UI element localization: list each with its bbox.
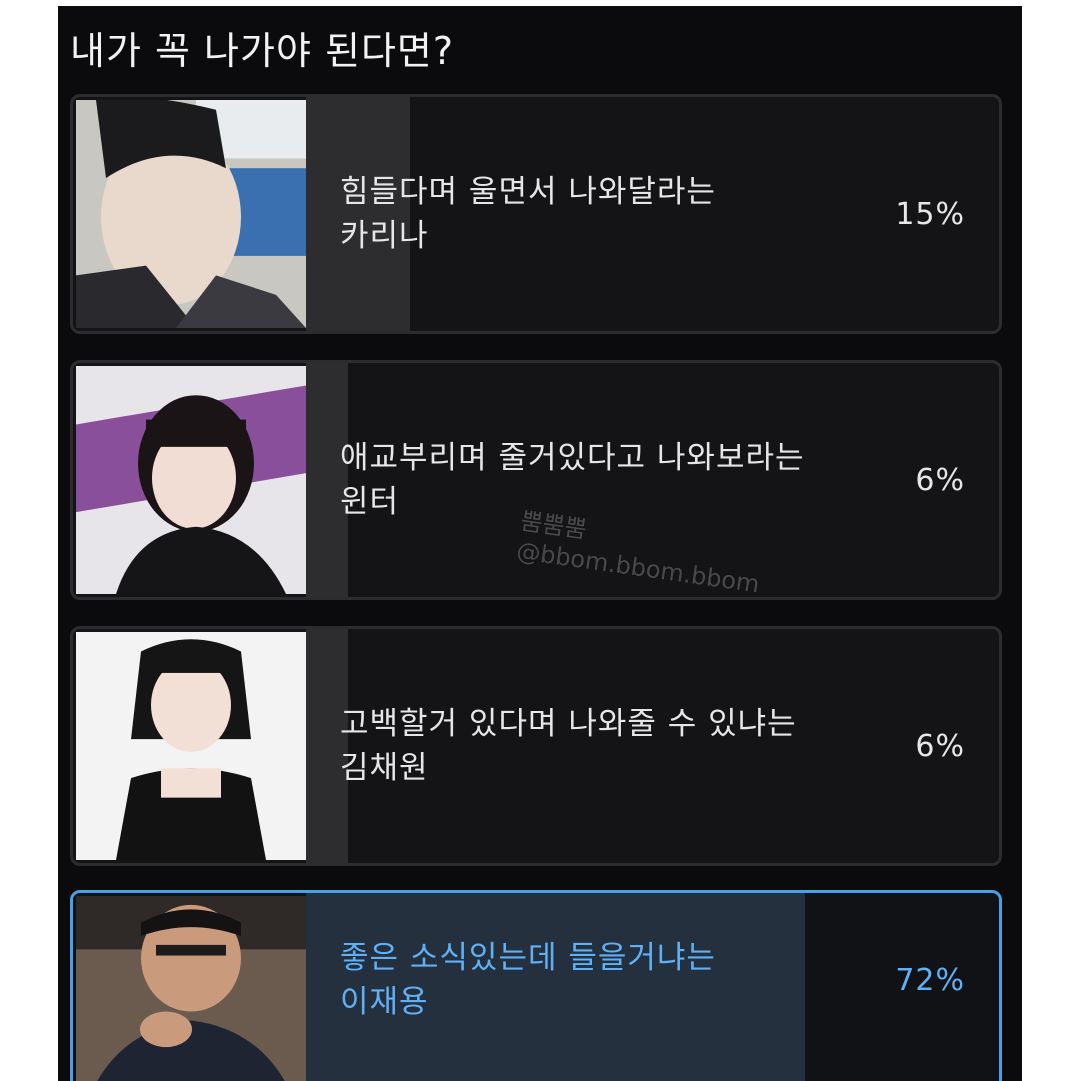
option-text-2: 애교부리며 줄거있다고 나와보라는 [340, 440, 805, 476]
option-label-2: 애교부리며 줄거있다고 나와보라는 윈터 [340, 363, 900, 597]
option-photo-1 [76, 100, 306, 328]
option-name-1: 카리나 [340, 218, 429, 254]
option-percent-1: 15% [895, 196, 965, 232]
poll-option-3[interactable]: 고백할거 있다며 나와줄 수 있냐는 김채원 6% [70, 626, 1002, 866]
option-name-4: 이재용 [340, 984, 429, 1020]
option-name-3: 김채원 [340, 750, 429, 786]
option-percent-2: 6% [915, 462, 965, 498]
option-photo-4 [76, 896, 306, 1081]
option-photo-3 [76, 632, 306, 860]
option-photo-2 [76, 366, 306, 594]
option-text-3: 고백할거 있다며 나와줄 수 있냐는 [340, 706, 797, 742]
option-text-1: 힘들다며 울면서 나와달라는 [340, 174, 716, 210]
option-percent-3: 6% [915, 728, 965, 764]
option-label-3: 고백할거 있다며 나와줄 수 있냐는 김채원 [340, 629, 900, 863]
poll-title: 내가 꼭 나가야 된다면? [70, 29, 455, 73]
option-name-2: 윈터 [340, 484, 400, 520]
poll-option-2[interactable]: 애교부리며 줄거있다고 나와보라는 윈터 6% [70, 360, 1002, 600]
option-label-1: 힘들다며 울면서 나와달라는 카리나 [340, 97, 900, 331]
poll-option-4[interactable]: 좋은 소식있는데 들을거냐는 이재용 72% [70, 890, 1002, 1081]
option-percent-4: 72% [895, 962, 965, 998]
option-text-4: 좋은 소식있는데 들을거냐는 [340, 940, 716, 976]
poll-panel: 내가 꼭 나가야 된다면? 힘들다며 울면서 나와달라는 카리나 15% 애교부… [58, 6, 1022, 1081]
poll-option-1[interactable]: 힘들다며 울면서 나와달라는 카리나 15% [70, 94, 1002, 334]
option-label-4: 좋은 소식있는데 들을거냐는 이재용 [340, 893, 900, 1067]
